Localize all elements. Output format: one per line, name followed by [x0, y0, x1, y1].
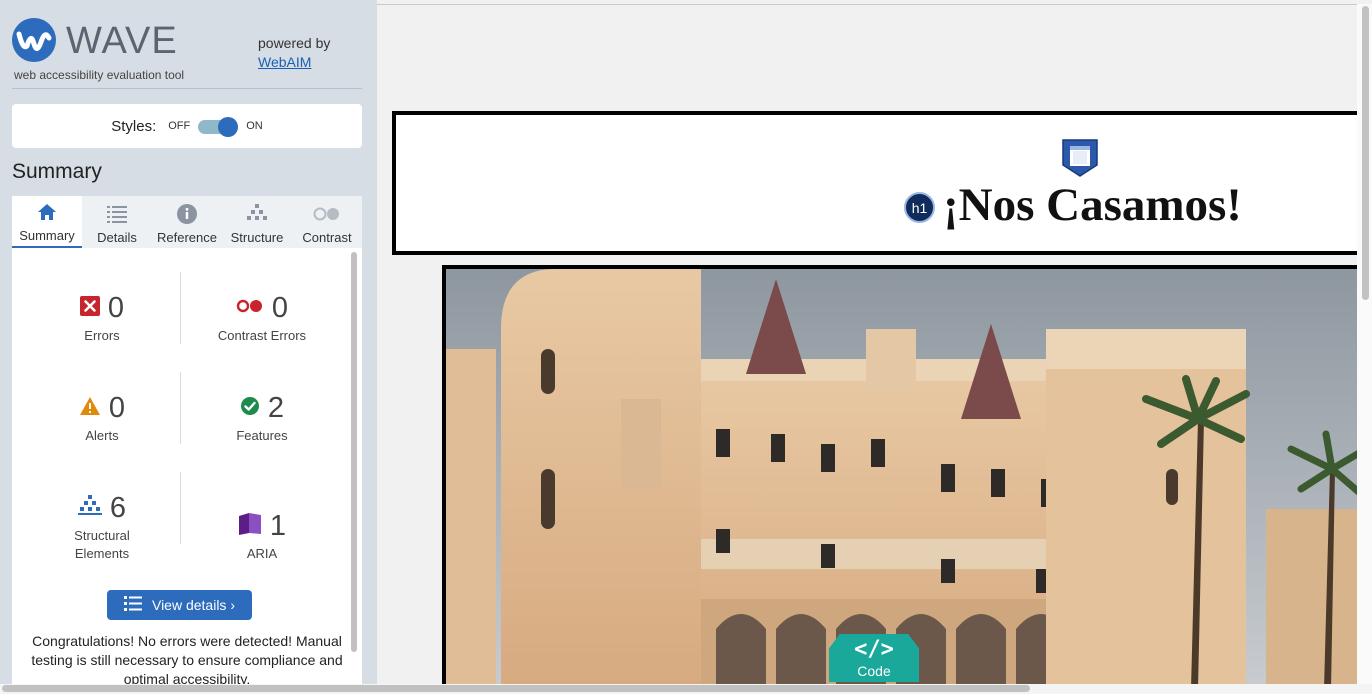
webaim-link[interactable]: WebAIM	[258, 54, 330, 70]
tab-label: Details	[97, 230, 137, 245]
alert-icon	[79, 396, 101, 421]
tab-label: Summary	[19, 228, 75, 243]
structure-icon	[77, 494, 102, 522]
tab-label: Contrast	[302, 230, 352, 245]
structure-icon	[246, 203, 268, 225]
page-preview: h1 ¡Nos Casamos! </> Code	[377, 0, 1372, 694]
errors-count: 0	[107, 291, 125, 324]
tab-reference[interactable]: Reference	[152, 196, 222, 248]
view-details-label: View details ›	[151, 597, 235, 613]
app-root: WAVE web accessibility evaluation tool p…	[0, 0, 1372, 694]
contrast-icon	[313, 203, 341, 225]
aria-count: 1	[269, 509, 287, 542]
code-label: Code	[857, 663, 891, 679]
stat-errors[interactable]: 0 Errors	[22, 291, 182, 345]
wave-logo-text: WAVE	[66, 20, 178, 62]
tab-structure[interactable]: Structure	[222, 196, 292, 248]
page-headline: ¡Nos Casamos!	[943, 179, 1242, 231]
features-count: 2	[267, 391, 285, 424]
stat-structural-elements[interactable]: 6 Structural Elements	[22, 491, 182, 563]
wave-logo[interactable]: WAVE web accessibility evaluation tool	[12, 18, 192, 88]
powered-by: powered by WebAIM	[258, 35, 330, 70]
powered-by-text: powered by	[258, 35, 331, 51]
code-icon: </>	[854, 637, 894, 662]
page-scrollbar[interactable]	[1362, 6, 1369, 300]
css-style-icon[interactable]	[1062, 139, 1098, 177]
divider	[12, 88, 362, 89]
contrast-errors-count: 0	[271, 291, 289, 324]
styles-on-label: ON	[246, 120, 263, 132]
divider	[377, 4, 1362, 5]
panel-scrollbar[interactable]	[351, 252, 357, 652]
h1-icon[interactable]: h1	[904, 192, 935, 223]
stat-contrast-errors[interactable]: 0 Contrast Errors	[182, 291, 342, 345]
congrats-message: Congratulations! No errors were detected…	[31, 633, 343, 687]
toggle-knob	[218, 117, 239, 137]
tab-label: Reference	[157, 230, 217, 245]
home-icon	[36, 201, 58, 223]
tab-contrast[interactable]: Contrast	[292, 196, 362, 248]
summary-panel: 0 Errors 0 Contrast Errors 0 Alerts 2 Fe…	[12, 248, 362, 688]
structural-count: 6	[109, 491, 127, 524]
contrast-error-icon	[236, 299, 264, 318]
aria-label: ARIA	[246, 546, 278, 561]
errors-label: Errors	[84, 328, 120, 343]
aria-icon	[238, 512, 262, 541]
alerts-count: 0	[108, 391, 126, 424]
error-icon	[79, 295, 100, 321]
styles-toggle-box: Styles: OFF ON	[12, 104, 362, 148]
panel-title: Summary	[12, 160, 102, 183]
alerts-label: Alerts	[85, 428, 119, 443]
contrast-errors-label: Contrast Errors	[217, 328, 307, 343]
wave-subtitle: web accessibility evaluation tool	[14, 68, 185, 82]
wave-sidebar: WAVE web accessibility evaluation tool p…	[0, 0, 377, 694]
tab-summary[interactable]: Summary	[12, 196, 82, 248]
styles-toggle-switch[interactable]	[198, 117, 239, 137]
styles-off-label: OFF	[168, 120, 191, 132]
tab-bar: Summary Details Reference Structure Cont…	[12, 196, 362, 248]
tab-details[interactable]: Details	[82, 196, 152, 248]
horizontal-scrollbar[interactable]	[2, 685, 1030, 692]
code-toggle-button[interactable]: </> Code	[829, 634, 919, 682]
list-icon	[123, 595, 142, 615]
stat-features[interactable]: 2 Features	[182, 391, 342, 445]
wave-logo-icon	[12, 18, 56, 62]
feature-check-icon	[240, 396, 260, 421]
features-label: Features	[236, 428, 288, 443]
stat-alerts[interactable]: 0 Alerts	[22, 391, 182, 445]
structural-label: Structural Elements	[74, 528, 130, 561]
list-icon	[107, 203, 127, 225]
info-icon	[177, 203, 197, 225]
tab-label: Structure	[230, 230, 284, 245]
styles-label: Styles:	[111, 117, 157, 135]
stat-aria[interactable]: 1 ARIA	[182, 509, 342, 563]
view-details-button[interactable]: View details ›	[107, 590, 252, 620]
castle-photo	[442, 265, 1362, 685]
